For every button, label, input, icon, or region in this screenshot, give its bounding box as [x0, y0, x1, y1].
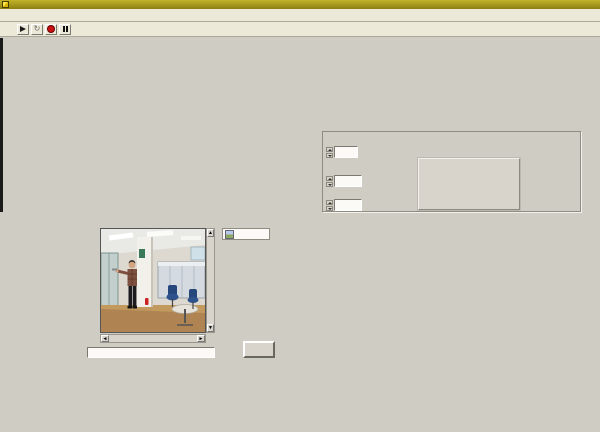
abort-icon — [47, 25, 55, 33]
image-out-ref[interactable] — [222, 228, 270, 240]
temperature-input[interactable] — [334, 146, 358, 158]
image-horizontal-scrollbar[interactable]: ◄ ► — [100, 334, 206, 343]
toolbar: ↻ — [0, 22, 600, 37]
panel-left-edge — [0, 38, 3, 212]
run-arrow-icon — [20, 26, 26, 32]
mic13-spinner[interactable] — [326, 200, 333, 211]
settings-group — [322, 131, 581, 212]
mic12-spinner[interactable] — [326, 176, 333, 187]
run-button[interactable] — [17, 24, 29, 35]
scroll-down-button[interactable]: ▼ — [207, 324, 214, 332]
scroll-left-button[interactable]: ◄ — [101, 335, 109, 342]
pause-button[interactable] — [59, 24, 71, 35]
scroll-up-button[interactable]: ▲ — [207, 229, 214, 237]
run-continuous-button[interactable]: ↻ — [31, 24, 43, 35]
gain-gauge-dial — [419, 159, 519, 209]
abort-button[interactable] — [45, 24, 57, 35]
mic12-distance-input[interactable] — [334, 175, 362, 187]
window-titlebar[interactable] — [0, 0, 600, 9]
pause-icon — [63, 26, 68, 32]
labview-front-panel-window: ↻ — [0, 0, 600, 432]
image-ref-icon — [225, 230, 234, 239]
run-continuous-icon: ↻ — [34, 25, 41, 33]
menu-bar — [0, 9, 600, 22]
mic13-distance-input[interactable] — [334, 199, 362, 211]
temperature-spinner[interactable] — [326, 147, 333, 158]
image-status-bar — [87, 347, 215, 358]
scroll-right-button[interactable]: ► — [197, 335, 205, 342]
app-icon — [2, 1, 9, 8]
captured-image — [100, 228, 206, 333]
office-scene — [101, 229, 205, 332]
stop-button[interactable] — [243, 341, 275, 358]
image-vertical-scrollbar[interactable]: ▲ ▼ — [206, 228, 215, 333]
gain-gauge[interactable] — [418, 158, 520, 210]
